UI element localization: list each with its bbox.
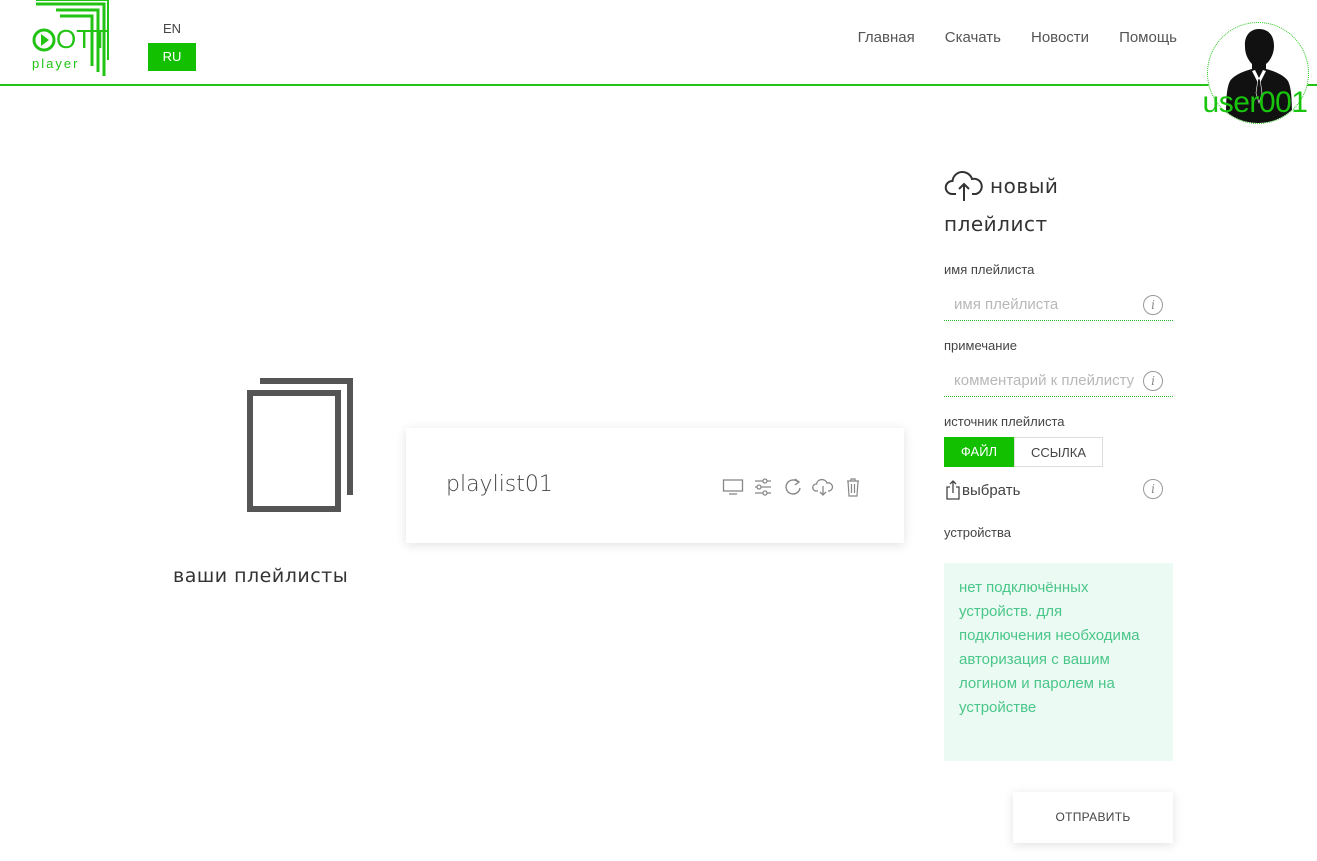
form-title-line1: новый <box>990 174 1059 198</box>
submit-button[interactable]: ОТПРАВИТЬ <box>1013 792 1173 843</box>
logo-sub-text: player <box>32 56 79 71</box>
devices-label: устройства <box>944 525 1011 540</box>
devices-message: нет подключённых устройств. для подключе… <box>944 563 1173 761</box>
nav-help[interactable]: Помощь <box>1119 28 1177 48</box>
cloud-download-icon[interactable] <box>812 477 834 497</box>
logo-brand-text: OTT <box>56 24 108 54</box>
playlists-icon <box>246 377 356 513</box>
main-nav: Главная Скачать Новости Помощь <box>828 28 1177 48</box>
playlist-actions <box>722 477 864 497</box>
ott-player-logo[interactable]: OTT player <box>30 0 110 78</box>
form-title: новый плейлист <box>944 166 1173 246</box>
note-label: примечание <box>944 338 1017 353</box>
source-link-button[interactable]: ССЫЛКА <box>1014 437 1103 467</box>
choose-label: выбрать <box>962 481 1021 499</box>
note-input[interactable] <box>944 363 1134 397</box>
info-icon[interactable]: i <box>1143 295 1163 315</box>
info-icon[interactable]: i <box>1143 371 1163 391</box>
cloud-upload-icon <box>944 168 984 202</box>
settings-sliders-icon[interactable] <box>752 477 774 497</box>
playlist-name[interactable]: playlist01 <box>446 472 553 497</box>
source-label: источник плейлиста <box>944 414 1065 429</box>
source-toggle: ФАЙЛ ССЫЛКА <box>944 437 1103 467</box>
username[interactable]: user001 <box>1199 86 1311 120</box>
choose-file-button[interactable]: выбрать <box>944 479 1020 501</box>
language-switcher: EN RU <box>148 18 196 71</box>
playlist-name-input[interactable] <box>944 287 1134 321</box>
refresh-icon[interactable] <box>782 477 804 497</box>
lang-ru-button[interactable]: RU <box>148 43 196 71</box>
nav-news[interactable]: Новости <box>1031 28 1089 48</box>
form-title-line2: плейлист <box>944 212 1048 236</box>
user-menu[interactable]: user001 <box>1203 22 1309 124</box>
playlists-caption: ваши плейлисты <box>173 565 349 587</box>
header: OTT player EN RU Главная Скачать Новости… <box>0 0 1317 86</box>
playlist-card[interactable]: playlist01 <box>406 428 904 543</box>
playlist-name-field: i <box>944 287 1173 321</box>
note-field: i <box>944 363 1173 397</box>
info-icon[interactable]: i <box>1143 479 1163 499</box>
upload-icon <box>946 480 960 500</box>
trash-icon[interactable] <box>842 477 864 497</box>
new-playlist-form: новый плейлист имя плейлиста i примечани… <box>944 166 1173 761</box>
nav-download[interactable]: Скачать <box>945 28 1001 48</box>
source-file-button[interactable]: ФАЙЛ <box>944 437 1014 467</box>
lang-en-button[interactable]: EN <box>148 18 196 40</box>
playlist-name-label: имя плейлиста <box>944 262 1035 277</box>
nav-home[interactable]: Главная <box>858 28 915 48</box>
tv-icon[interactable] <box>722 477 744 497</box>
